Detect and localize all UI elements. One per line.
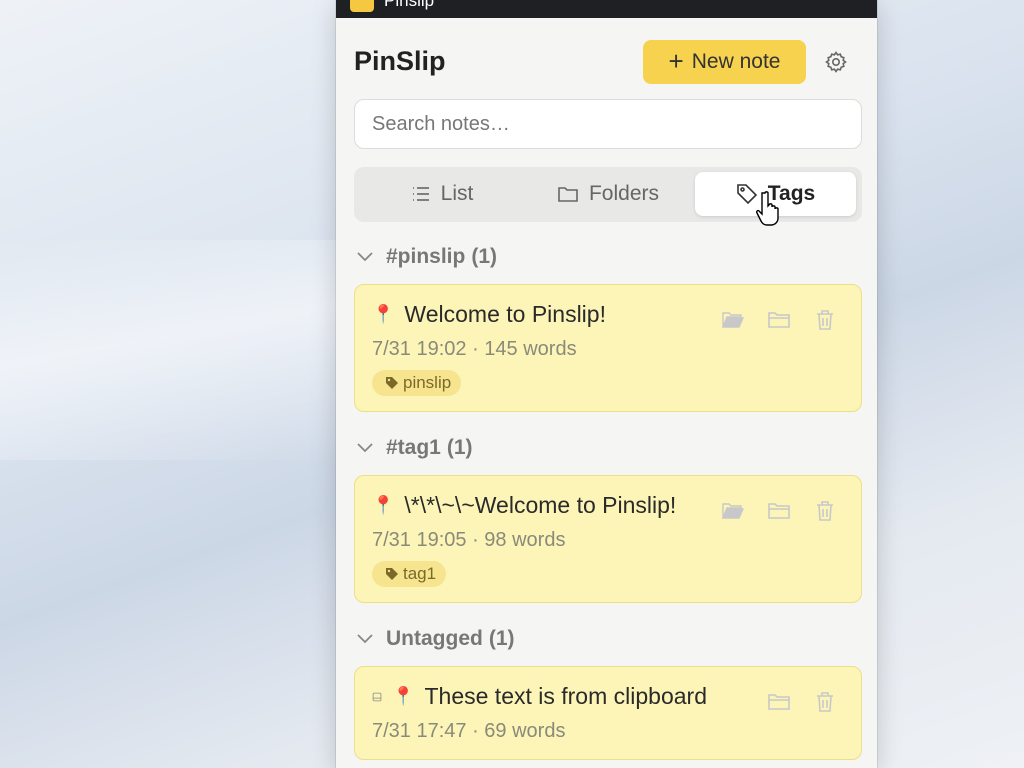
note-card[interactable]: 📍 Welcome to Pinslip! 7/31 19:02 · 145 w… <box>354 284 862 412</box>
group-count: (1) <box>446 436 473 459</box>
chevron-down-icon <box>357 252 373 262</box>
folder-icon[interactable] <box>756 689 802 715</box>
note-title: These text is from clipboard <box>424 683 707 709</box>
group-header-pinslip[interactable]: #pinslip (1) <box>356 242 497 272</box>
tab-tags[interactable]: Tags <box>695 172 856 216</box>
pinslip-window: Pinslip PinSlip + New note List Folders <box>336 0 877 768</box>
trash-icon[interactable] <box>802 498 848 524</box>
tag-icon <box>386 377 398 389</box>
clipboard-icon <box>372 692 382 701</box>
tag-icon <box>386 568 398 580</box>
tab-folders-label: Folders <box>588 182 660 205</box>
gear-icon[interactable] <box>824 50 848 74</box>
pin-icon: 📍 <box>372 304 395 324</box>
group-name: Untagged <box>386 627 483 650</box>
header: PinSlip + New note <box>354 40 859 84</box>
window-title: Pinslip <box>384 0 435 10</box>
group-header-untagged[interactable]: Untagged (1) <box>356 624 515 654</box>
note-meta: 7/31 17:47 · 69 words <box>372 720 566 742</box>
folder-icon <box>558 187 578 202</box>
app-icon <box>350 0 374 12</box>
note-meta: 7/31 19:02 · 145 words <box>372 338 577 360</box>
note-card[interactable]: 📍 These text is from clipboard 7/31 17:4… <box>354 666 862 760</box>
folder-icon[interactable] <box>756 498 802 524</box>
view-tabs: List Folders Tags <box>354 167 862 222</box>
group-name: #tag1 <box>386 436 441 459</box>
plus-icon: + <box>668 45 684 76</box>
titlebar[interactable]: Pinslip <box>336 0 877 18</box>
tag-label: pinslip <box>403 373 452 392</box>
chevron-down-icon <box>357 634 373 644</box>
tag-label: tag1 <box>403 564 437 583</box>
desktop-background <box>0 240 340 460</box>
folder-icon[interactable] <box>756 307 802 333</box>
search-input[interactable] <box>354 99 862 149</box>
tag-chip[interactable]: pinslip <box>372 370 462 396</box>
pin-icon: 📍 <box>392 686 415 706</box>
note-title: \*\*\~\~Welcome to Pinslip! <box>404 492 677 518</box>
trash-icon[interactable] <box>802 689 848 715</box>
new-note-button[interactable]: + New note <box>643 40 806 84</box>
pin-icon: 📍 <box>372 495 395 515</box>
group-count: (1) <box>471 245 498 268</box>
tag-icon <box>736 184 757 205</box>
tab-folders[interactable]: Folders <box>525 172 691 216</box>
tab-list-label: List <box>440 182 474 205</box>
list-icon <box>412 187 429 201</box>
note-meta: 7/31 19:05 · 98 words <box>372 529 566 551</box>
open-folder-icon[interactable] <box>710 498 756 524</box>
tab-tags-label: Tags <box>767 182 816 205</box>
new-note-label: New note <box>691 50 781 73</box>
tag-chip[interactable]: tag1 <box>372 561 447 587</box>
app-name: PinSlip <box>354 46 446 76</box>
group-header-tag1[interactable]: #tag1 (1) <box>356 433 473 463</box>
group-name: #pinslip <box>386 245 466 268</box>
group-count: (1) <box>488 627 515 650</box>
open-folder-icon[interactable] <box>710 307 756 333</box>
chevron-down-icon <box>357 443 373 453</box>
trash-icon[interactable] <box>802 307 848 333</box>
tab-list[interactable]: List <box>359 172 525 216</box>
note-card[interactable]: 📍 \*\*\~\~Welcome to Pinslip! 7/31 19:05… <box>354 475 862 603</box>
note-title: Welcome to Pinslip! <box>404 301 606 327</box>
